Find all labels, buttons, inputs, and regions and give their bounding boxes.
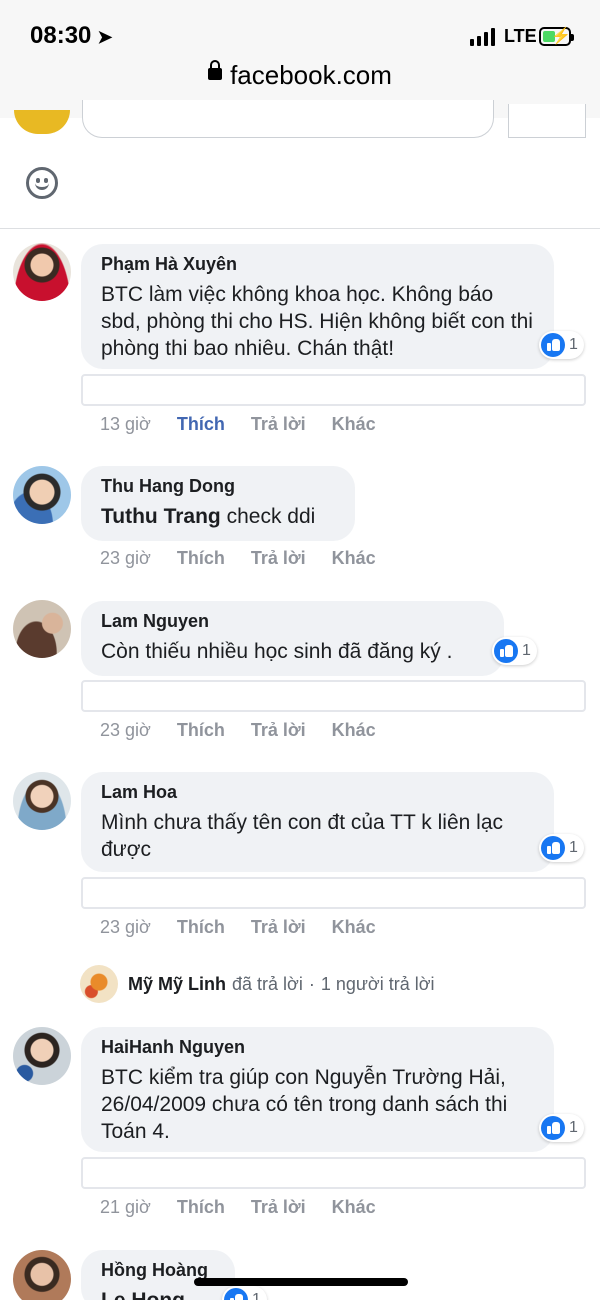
comment-bubble: Hồng Hoàng Le Hong [81, 1250, 235, 1300]
replier-name: Mỹ Mỹ Linh [128, 973, 226, 994]
comment-actions: 21 giờ Thích Trả lời Khác [100, 1197, 376, 1218]
reply-button[interactable]: Trả lời [251, 548, 306, 569]
reply-input[interactable] [81, 374, 586, 406]
more-button[interactable]: Khác [332, 720, 376, 741]
avatar[interactable] [13, 772, 71, 830]
mention-link[interactable]: Tuthu Trang [101, 505, 221, 528]
comment-author[interactable]: Lam Hoa [101, 782, 534, 803]
location-arrow-icon: ➤ [97, 27, 113, 47]
like-reaction-icon [541, 333, 565, 357]
more-button[interactable]: Khác [332, 917, 376, 938]
like-button[interactable]: Thích [177, 414, 225, 435]
separator-dot: · [308, 973, 315, 994]
battery-icon: ⚡ [539, 27, 574, 46]
like-reaction-icon [224, 1288, 248, 1300]
comment-bubble: HaiHanh Nguyen BTC kiểm tra giúp con Ngu… [81, 1027, 554, 1152]
comment-input[interactable] [82, 100, 494, 138]
reaction-count-badge[interactable]: 1 [539, 331, 584, 359]
like-button[interactable]: Thích [177, 917, 225, 938]
comment-bubble: Lam Nguyen Còn thiếu nhiều học sinh đã đ… [81, 601, 504, 676]
signal-strength-icon [470, 28, 495, 46]
post-comment-button[interactable] [508, 104, 586, 138]
comment-bubble: Thu Hang Dong Tuthu Trang check ddi [81, 466, 355, 541]
comment-time[interactable]: 23 giờ [100, 720, 151, 741]
comment-text: Tuthu Trang check ddi [101, 505, 316, 528]
avatar[interactable] [13, 466, 71, 524]
comment-author[interactable]: Lam Nguyen [101, 611, 484, 632]
mention-link[interactable]: Le Hong [101, 1287, 215, 1300]
reply-input[interactable] [81, 877, 586, 909]
home-indicator[interactable] [194, 1278, 408, 1286]
comment-actions: 23 giờ Thích Trả lời Khác [100, 720, 376, 741]
replied-label: đã trả lời [232, 973, 303, 994]
reply-button[interactable]: Trả lời [251, 414, 306, 435]
avatar[interactable] [13, 1250, 71, 1300]
url-text: facebook.com [230, 60, 392, 90]
comment-text: BTC kiểm tra giúp con Nguyễn Trường Hải,… [101, 1066, 508, 1143]
url-bar[interactable]: facebook.com [0, 60, 600, 91]
view-replies-link[interactable]: Mỹ Mỹ Linh đã trả lời · 1 người trả lời [80, 965, 435, 1003]
avatar [80, 965, 118, 1003]
lock-icon [208, 60, 223, 81]
comment-text: Còn thiếu nhiều học sinh đã đăng ký . [101, 640, 453, 663]
reply-input[interactable] [81, 680, 586, 712]
emoji-icon[interactable] [26, 167, 58, 199]
reply-button[interactable]: Trả lời [251, 720, 306, 741]
avatar[interactable] [13, 1027, 71, 1085]
like-button[interactable]: Thích [177, 548, 225, 569]
reply-button[interactable]: Trả lời [251, 1197, 306, 1218]
reaction-count-badge[interactable]: 1 [492, 637, 537, 665]
comment-author[interactable]: Thu Hang Dong [101, 476, 335, 497]
comment-actions: 23 giờ Thích Trả lời Khác [100, 548, 376, 569]
like-reaction-icon [541, 1116, 565, 1140]
reply-input[interactable] [81, 1157, 586, 1189]
comment-text: Mình chưa thấy tên con đt của TT k liên … [101, 811, 503, 861]
comment-time[interactable]: 21 giờ [100, 1197, 151, 1218]
reaction-count-badge[interactable]: 1 [539, 834, 584, 862]
reaction-count-badge[interactable]: 1 [222, 1286, 267, 1300]
comment-actions: 23 giờ Thích Trả lời Khác [100, 917, 376, 938]
avatar[interactable] [13, 600, 71, 658]
comment-author[interactable]: Phạm Hà Xuyên [101, 254, 534, 275]
comment-time[interactable]: 23 giờ [100, 548, 151, 569]
comment-bubble: Lam Hoa Mình chưa thấy tên con đt của TT… [81, 772, 554, 872]
comment-bubble: Phạm Hà Xuyên BTC làm việc không khoa họ… [81, 244, 554, 369]
avatar[interactable] [13, 243, 71, 301]
reaction-count-badge[interactable]: 1 [539, 1114, 584, 1142]
more-button[interactable]: Khác [332, 548, 376, 569]
like-reaction-icon [494, 639, 518, 663]
comment-actions: 13 giờ Thích Trả lời Khác [100, 414, 376, 435]
more-button[interactable]: Khác [332, 414, 376, 435]
reply-button[interactable]: Trả lời [251, 917, 306, 938]
comment-time[interactable]: 23 giờ [100, 917, 151, 938]
like-reaction-icon [541, 836, 565, 860]
network-type: LTE [504, 26, 537, 46]
comment-author[interactable]: HaiHanh Nguyen [101, 1037, 534, 1058]
divider [0, 228, 600, 229]
like-button[interactable]: Thích [177, 720, 225, 741]
composer-avatar [14, 110, 70, 134]
comment-text: BTC làm việc không khoa học. Không báo s… [101, 283, 533, 360]
reply-count: 1 người trả lời [320, 973, 435, 994]
more-button[interactable]: Khác [332, 1197, 376, 1218]
like-button[interactable]: Thích [177, 1197, 225, 1218]
status-time: 08:30 ➤ [30, 22, 113, 49]
comment-time[interactable]: 13 giờ [100, 414, 151, 435]
